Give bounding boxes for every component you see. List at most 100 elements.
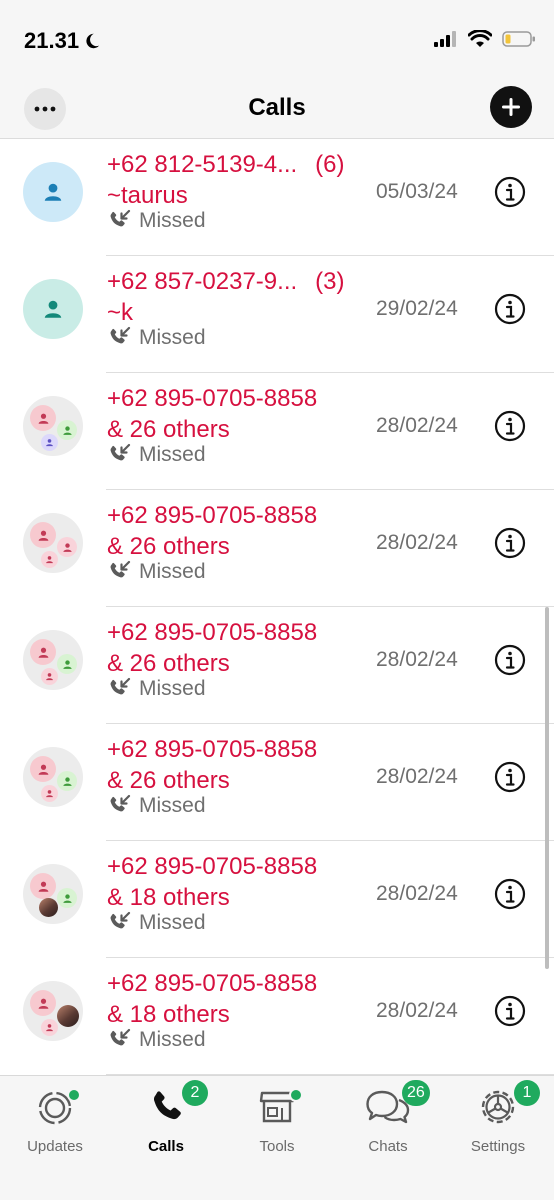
call-row[interactable]: +62 895-0705-8858 & 18 others Missed 28/02/… [0,841,554,958]
person-icon [62,659,72,669]
call-row[interactable]: +62 857-0237-9... (3) ~k Missed 29/02/24 [0,256,554,373]
avatar-person [30,873,56,899]
person-icon [62,776,72,786]
group-avatar [23,864,83,924]
tab-bar: Updates 2 Calls Tools 26 Chats 1 Setting… [0,1075,554,1200]
moon-icon [86,33,100,49]
tab-tools[interactable]: Tools [227,1086,327,1155]
caller-number: +62 895-0705-8858 [107,619,318,646]
call-status: Missed [107,209,206,233]
call-info-button[interactable] [494,878,526,910]
call-row[interactable]: +62 895-0705-8858 & 26 others Missed 28/02/… [0,490,554,607]
info-icon [494,995,526,1027]
info-icon [494,176,526,208]
call-count: (3) [315,268,345,295]
person-icon [46,673,53,681]
group-avatar [23,630,83,690]
tab-label: Settings [470,1138,526,1155]
settings-badge: 1 [514,1080,540,1106]
call-row[interactable]: +62 895-0705-8858 & 26 others Missed 28/02/… [0,373,554,490]
person-icon [38,764,48,775]
caller-number: +62 812-5139-4... [107,151,298,178]
call-name: +62 895-0705-8858 & 18 others [107,851,369,913]
info-icon [494,410,526,442]
avatar-person [57,771,77,791]
person-icon [46,790,53,798]
call-date: 28/02/24 [376,999,458,1022]
avatar-person [30,639,56,665]
tab-chats[interactable]: 26 Chats [338,1080,438,1155]
tab-settings[interactable]: 1 Settings [448,1080,548,1155]
person-icon [62,893,72,903]
phone-icon [154,1091,181,1120]
call-status: Missed [107,794,206,818]
call-status: Missed [107,677,206,701]
tab-label: Calls [148,1138,184,1155]
missed-call-icon [110,560,131,578]
caller-subtitle: & 26 others [107,767,230,794]
scrollbar[interactable] [545,607,549,969]
call-name: +62 895-0705-8858 & 26 others [107,734,369,796]
call-info-button[interactable] [494,995,526,1027]
avatar-person [57,654,77,674]
status-time: 21.31 [24,28,101,54]
missed-call-icon [110,911,131,929]
missed-call-icon [110,209,131,227]
caller-subtitle: ~taurus [107,182,188,209]
person-icon [38,530,48,541]
call-status-text: Missed [139,794,206,817]
call-info-button[interactable] [494,293,526,325]
caller-number: +62 895-0705-8858 [107,970,318,997]
info-icon [494,293,526,325]
call-row[interactable]: +62 895-0705-8858 & 26 others Missed 28/02/… [0,607,554,724]
call-name: +62 812-5139-4... (6) ~taurus [107,149,369,211]
avatar [23,279,83,339]
call-name: +62 895-0705-8858 & 26 others [107,500,369,562]
status-icons [434,30,536,48]
tab-updates[interactable]: Updates [5,1086,105,1155]
tab-calls[interactable]: 2 Calls [116,1080,216,1155]
avatar-person [30,522,56,548]
call-name: +62 895-0705-8858 & 18 others [107,968,369,1030]
call-info-button[interactable] [494,527,526,559]
person-icon [46,439,53,447]
plus-icon [502,98,520,116]
call-info-button[interactable] [494,761,526,793]
person-icon [38,647,48,658]
tab-label: Tools [259,1138,295,1155]
call-row[interactable]: +62 895-0705-8858 & 26 others Missed 28/02/… [0,724,554,841]
avatar-person [57,420,77,440]
caller-subtitle: & 26 others [107,650,230,677]
call-row[interactable]: +62 812-5139-4... (6) ~taurus Missed 05/03/2… [0,139,554,256]
call-name: +62 895-0705-8858 & 26 others [107,383,369,445]
gear-icon [481,1090,515,1124]
call-date: 28/02/24 [376,648,458,671]
group-avatar [23,747,83,807]
call-info-button[interactable] [494,644,526,676]
avatar-person [41,434,58,451]
battery-icon [502,31,535,47]
caller-number: +62 895-0705-8858 [107,502,318,529]
avatar-person [41,785,58,802]
call-status-text: Missed [139,326,206,349]
call-status-text: Missed [139,443,206,466]
call-row[interactable]: +62 895-0705-8858 & 18 others Missed 28/02/… [0,958,554,1075]
avatar-person [30,405,56,431]
caller-subtitle: & 26 others [107,416,230,443]
call-date: 28/02/24 [376,882,458,905]
call-name: +62 895-0705-8858 & 26 others [107,617,369,679]
new-call-button[interactable] [490,86,532,128]
call-status-text: Missed [139,911,206,934]
call-info-button[interactable] [494,410,526,442]
call-status-text: Missed [139,560,206,583]
person-icon [38,881,48,892]
missed-call-icon [110,326,131,344]
caller-subtitle: & 18 others [107,1001,230,1028]
avatar-person [57,537,77,557]
caller-subtitle: & 26 others [107,533,230,560]
avatar [23,162,83,222]
calls-badge: 2 [182,1080,208,1106]
call-info-button[interactable] [494,176,526,208]
avatar-person [41,1019,58,1036]
call-status-text: Missed [139,209,206,232]
